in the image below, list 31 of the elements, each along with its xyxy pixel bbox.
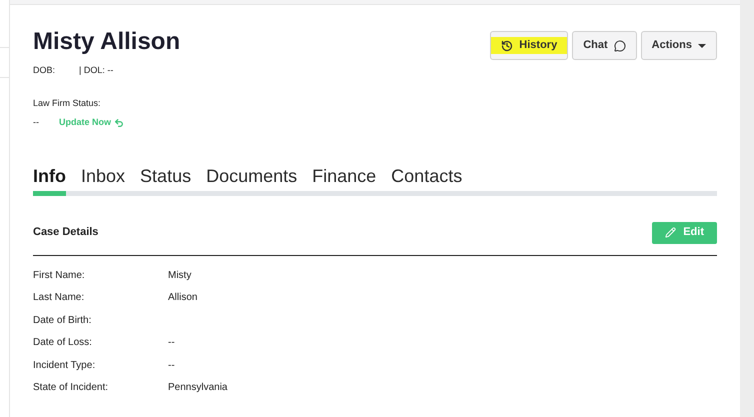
tab[interactable]: Documents: [206, 164, 298, 196]
field-value: Allison: [168, 291, 198, 305]
tab[interactable]: Finance: [312, 164, 376, 196]
field-label: Date of Loss:: [33, 336, 93, 350]
tab[interactable]: Info: [33, 164, 66, 196]
pencil-icon: [665, 227, 676, 238]
dol-text: | DOL: --: [79, 64, 114, 77]
law-firm-status-label: Law Firm Status:: [33, 96, 102, 110]
field-label: Incident Type:: [33, 358, 96, 372]
field-label: State of Incident:: [33, 381, 110, 395]
field-value: Misty: [168, 268, 192, 282]
law-firm-status-value: --: [33, 116, 39, 129]
field-label: First Name:: [33, 268, 86, 282]
field-label: Date of Birth:: [33, 314, 92, 328]
dob-label: DOB:: [33, 64, 56, 77]
dropdown-button[interactable]: Actions: [640, 31, 717, 60]
field-value: Pennsylvania: [168, 381, 228, 395]
field-value: --: [168, 358, 175, 372]
caret-icon: [698, 44, 706, 48]
client-name: Misty Allison: [33, 27, 180, 57]
field-label: Last Name:: [33, 291, 86, 305]
history-button[interactable]: History: [490, 31, 568, 60]
chat-bubble-icon: [614, 40, 626, 52]
tab[interactable]: Status: [140, 164, 192, 196]
reply-arrow-icon: [114, 118, 124, 128]
section-title: Case Details: [33, 225, 98, 240]
field-value: --: [168, 336, 175, 350]
tab[interactable]: Contacts: [391, 164, 462, 196]
history-icon: [501, 40, 514, 52]
tab[interactable]: Inbox: [81, 164, 126, 196]
chat-button[interactable]: Chat: [572, 31, 637, 60]
